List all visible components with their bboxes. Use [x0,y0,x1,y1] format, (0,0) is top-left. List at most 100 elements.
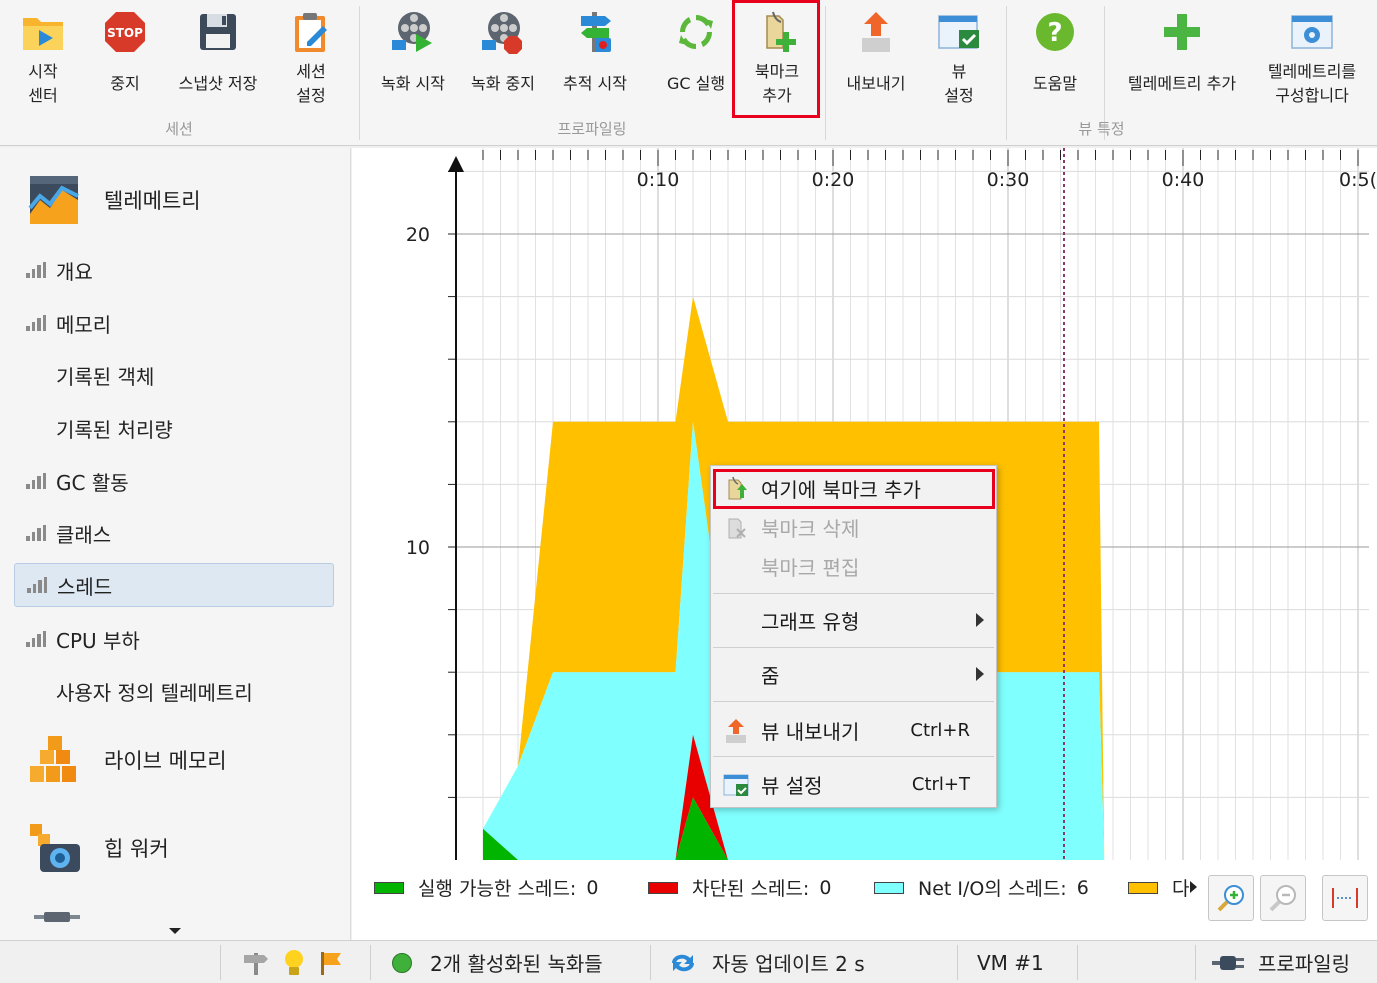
export-button[interactable]: 내보내기 [836,0,916,118]
run-gc-button[interactable]: GC 실행 [660,0,732,118]
bar-chart-icon [27,577,47,593]
group-profiling-label: 프로파일링 [557,120,627,138]
status-separator [1077,945,1078,980]
stop-label: 중지 [110,74,140,93]
zoom-in-icon [1217,885,1244,912]
refresh-icon [671,954,695,971]
bar-chart-icon [26,473,46,489]
status-tools [242,941,344,983]
help-label: 도움말 [1032,74,1078,93]
flag-icon[interactable] [318,950,344,976]
menu-edit-bookmark-label: 북마크 편집 [761,555,860,580]
status-auto-update[interactable]: 자동 업데이트 2 s [668,941,865,983]
submenu-arrow-icon [976,613,984,627]
sidebar-item-label: 메모리 [56,312,112,337]
legend-entry: Net I/O의 스레드: 6 [874,874,1089,901]
configure-telemetry-button[interactable]: 텔레메트리를 구성합니다 [1256,0,1368,118]
help-button[interactable]: ? 도움말 [1020,0,1090,118]
menu-delete-bookmark[interactable]: 북마크 삭제 [711,508,996,546]
bar-chart-icon [26,315,46,331]
svg-text:?: ? [1047,18,1062,48]
sidebar-item[interactable]: 스레드 [14,563,334,607]
legend-swatch [874,881,904,894]
camera-cubes-icon [26,820,82,876]
status-separator [650,945,651,980]
x-tick-label: 0:20 [812,169,855,191]
plus-icon [1158,8,1206,56]
y-tick-label: 20 [406,224,430,246]
sidebar-item[interactable]: 개요 [14,248,334,292]
sidebar-item[interactable]: GC 활동 [14,459,334,503]
sidebar-item[interactable]: 기록된 처리량 [14,406,334,450]
zoom-in-button[interactable] [1208,875,1254,921]
start-recording-button[interactable]: 녹화 시작 [370,0,456,118]
legend-swatch [648,881,678,894]
menu-edit-bookmark[interactable]: 북마크 편집 [711,547,996,585]
bookmark-delete-icon [723,515,749,541]
legend-swatch [374,881,404,894]
menu-export-view[interactable]: 뷰 내보내기 Ctrl+R [711,711,996,749]
zoom-out-icon [1269,885,1296,912]
save-snapshot-button[interactable]: 스냅샷 저장 [168,0,268,118]
stop-button[interactable]: STOP 중지 [92,0,158,118]
submenu-arrow-icon [976,667,984,681]
sidebar-item-label: 기록된 처리량 [56,417,173,442]
start-tracking-button[interactable]: 추적 시작 [552,0,638,118]
y-tick-label: 10 [406,537,430,559]
sidebar-section-telemetry[interactable]: 텔레메트리 [26,172,201,228]
view-settings-icon [723,772,749,798]
sidebar-item[interactable]: 클래스 [14,511,334,555]
bar-chart-icon [26,262,46,278]
start-center-button[interactable]: 시작 센터 [10,0,76,118]
stop-recording-button[interactable]: 녹화 중지 [460,0,546,118]
status-recordings[interactable]: 2개 활성화된 녹화들 [392,941,603,983]
film-reel-play-icon [389,8,437,56]
session-settings-label-2: 설정 [296,86,326,105]
sidebar-item[interactable]: CPU 부하 [14,617,334,661]
scroll-down-arrow-icon[interactable] [169,928,181,934]
legend-value: 6 [1076,876,1089,899]
signpost-record-icon [571,8,619,56]
legend-label: Net I/O의 스레드: [918,878,1067,900]
view-settings-button[interactable]: 뷰 설정 [926,0,992,118]
signpost-icon[interactable] [242,950,270,976]
stop-recording-label: 녹화 중지 [471,74,535,93]
lightbulb-icon[interactable] [282,949,306,977]
clipboard-edit-icon [287,8,335,56]
menu-view-settings[interactable]: 뷰 설정 Ctrl+T [711,765,996,803]
menu-item-highlight [713,469,995,509]
legend-scroll-arrow-icon[interactable] [1190,881,1197,893]
sidebar: 텔레메트리 개요메모리기록된 객체기록된 처리량 GC 활동클래스스레드 CPU 부… [0,148,351,940]
sidebar-section-live-memory-label: 라이브 메모리 [104,749,227,773]
svg-text:STOP: STOP [107,26,143,40]
add-telemetry-button[interactable]: 텔레메트리 추가 [1116,0,1248,118]
menu-zoom[interactable]: 줌 [711,655,996,693]
status-profiling[interactable]: 프로파일링 [1212,941,1350,983]
stop-sign-icon: STOP [101,8,149,56]
menu-separator [713,593,994,594]
sidebar-section-heap-walker[interactable]: 힙 워커 [26,820,169,876]
status-separator [370,945,371,980]
menu-graph-type[interactable]: 그래프 유형 [711,601,996,639]
telemetry-icon [26,172,82,228]
sidebar-section-live-memory[interactable]: 라이브 메모리 [26,732,227,788]
sidebar-item[interactable]: 기록된 객체 [14,353,334,397]
legend-entry: 다 [1128,874,1198,901]
status-vm[interactable]: VM #1 [977,941,1044,983]
menu-view-settings-shortcut: Ctrl+T [911,773,970,795]
fit-width-icon [1332,888,1358,908]
zoom-out-button[interactable] [1260,875,1306,921]
sidebar-item[interactable]: 메모리 [14,301,334,345]
x-tick-label: 0:5( [1339,169,1377,191]
session-settings-button[interactable]: 세션 설정 [278,0,344,118]
legend-entry: 실행 가능한 스레드: 0 [374,874,598,901]
menu-delete-bookmark-label: 북마크 삭제 [761,516,860,541]
menu-export-view-label: 뷰 내보내기 [761,719,860,744]
gear-window-icon [1288,8,1336,56]
film-reel-stop-icon [479,8,527,56]
legend-value: 0 [586,876,599,899]
sidebar-item[interactable]: 사용자 정의 텔레메트리 [14,669,334,713]
legend-label: 차단된 스레드: [692,878,810,900]
fit-to-window-button[interactable] [1322,875,1368,921]
sidebar-item-label: 기록된 객체 [56,364,155,389]
